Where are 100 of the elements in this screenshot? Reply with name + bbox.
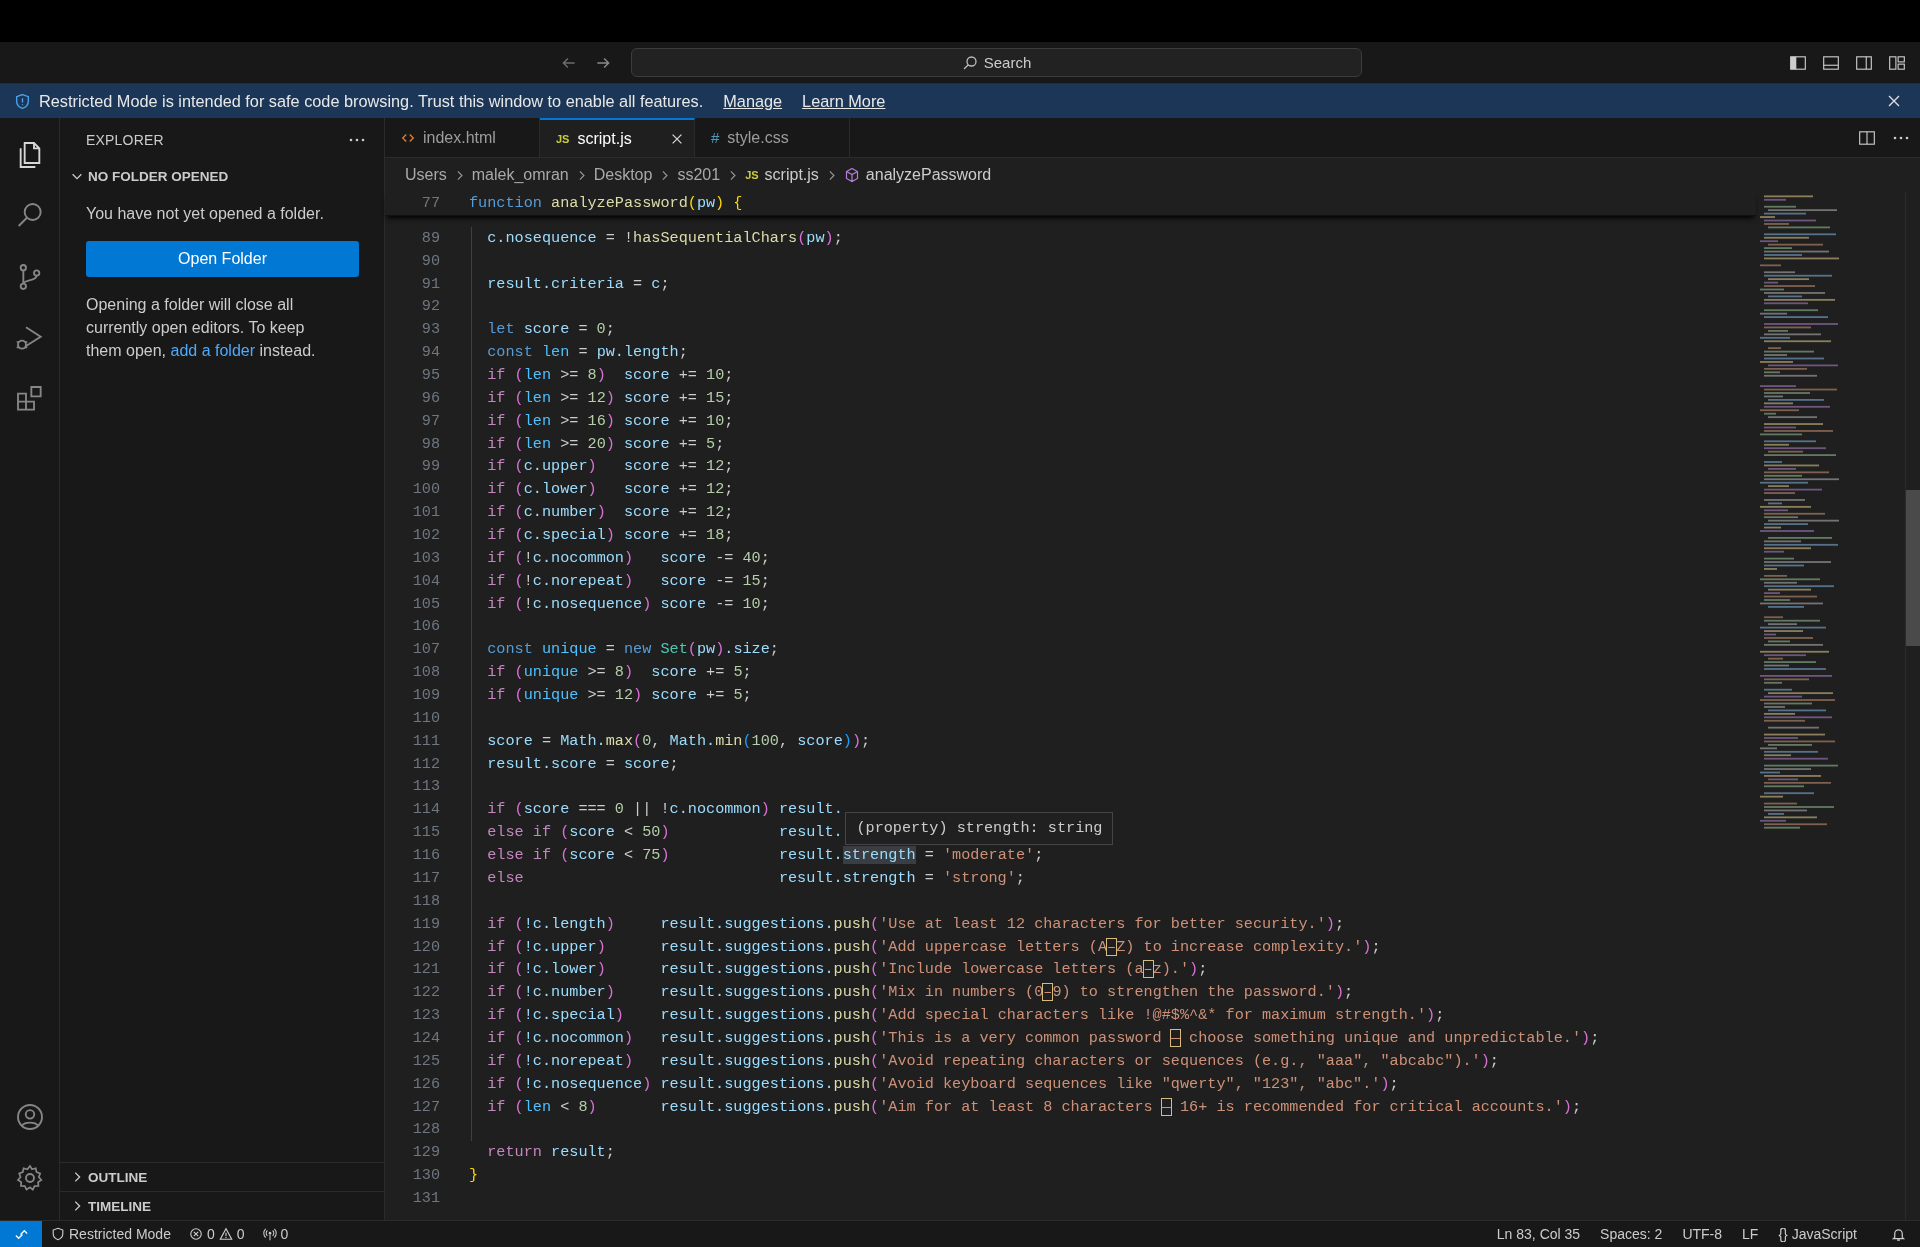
panel-icon[interactable] xyxy=(1822,53,1840,72)
status-item[interactable]: Spaces: 2 xyxy=(1590,1221,1673,1247)
close-icon[interactable] xyxy=(1886,93,1902,109)
line-number: 97 xyxy=(420,410,440,432)
line-number: 123 xyxy=(411,1005,440,1027)
line-number: 124 xyxy=(411,1027,440,1049)
search-field[interactable]: Search xyxy=(631,48,1362,77)
notification-bell-icon[interactable] xyxy=(1891,1226,1906,1242)
code-line: if (!c.nosequence) result.suggestions.push('Avoid keyboard sequences like "qwerty", "123", "abc".'); xyxy=(486,1073,1399,1095)
more-icon[interactable] xyxy=(348,137,366,143)
line-number: 113 xyxy=(411,776,440,798)
line-number: 107 xyxy=(411,639,440,661)
problems-item[interactable]: 0 0 xyxy=(179,1221,254,1247)
code-line: if (!c.nocommon) score -= 40; xyxy=(486,547,770,569)
error-icon xyxy=(188,1227,203,1241)
editor-tab[interactable]: JS script.js xyxy=(540,118,695,157)
code-line: if (len < 8) result.suggestions.push('Aim for at least 8 characters — 16+ is recommended for critical accounts.'); xyxy=(486,1096,1582,1118)
open-folder-button[interactable]: Open Folder xyxy=(86,241,359,277)
line-number: 94 xyxy=(420,342,440,364)
status-item[interactable]: LF xyxy=(1732,1221,1769,1247)
line-number: 129 xyxy=(411,1142,440,1164)
line-number: 92 xyxy=(420,296,440,318)
line-number: 125 xyxy=(411,1050,440,1072)
line-number: 109 xyxy=(411,685,440,707)
broadcast-icon xyxy=(262,1227,277,1241)
breadcrumb-item[interactable]: script.js xyxy=(764,166,819,184)
breadcrumb-item[interactable]: ss201 xyxy=(677,166,721,184)
code-line: if (len >= 16) score += 10; xyxy=(486,410,734,432)
code-line: if (c.lower) score += 12; xyxy=(486,479,734,501)
line-number: 112 xyxy=(411,753,440,775)
warning-icon xyxy=(218,1227,233,1241)
code-line: if (c.special) score += 18; xyxy=(486,525,734,547)
banner-message: Restricted Mode is intended for safe code browsing. Trust this window to enable all features. xyxy=(39,91,704,111)
breadcrumb-item[interactable]: Users xyxy=(405,166,447,184)
secondary-sidebar-icon[interactable] xyxy=(1855,53,1873,72)
code-line: if (len >= 20) score += 5; xyxy=(486,433,725,455)
code-line: if (score === 0 || !c.nocommon) result. xyxy=(486,799,843,821)
code-line: if (!c.nosequence) score -= 10; xyxy=(486,593,770,615)
search-icon xyxy=(961,54,978,71)
split-editor-icon[interactable] xyxy=(1858,128,1876,147)
line-number: 102 xyxy=(411,525,440,547)
line-number: 110 xyxy=(411,707,440,729)
code-line: else if (score < 50) result. xyxy=(486,822,843,844)
section-header[interactable]: OUTLINE xyxy=(60,1162,384,1191)
line-number: 96 xyxy=(420,387,440,409)
status-item[interactable]: {} JavaScript xyxy=(1768,1221,1867,1247)
cube-icon xyxy=(843,167,860,183)
line-number: 128 xyxy=(411,1119,440,1141)
code-line: c.nosequence = !hasSequentialChars(pw); xyxy=(486,227,843,249)
banner-link[interactable]: Manage xyxy=(723,91,783,111)
code-line: else if (score < 75) result.strength = 'moderate'; xyxy=(486,845,1044,867)
line-number: 126 xyxy=(411,1073,440,1095)
line-number: 100 xyxy=(411,479,440,501)
breadcrumb-item[interactable]: malek_omran xyxy=(471,166,569,184)
ports-item[interactable]: 0 xyxy=(253,1221,298,1247)
code-line: if (unique >= 12) score += 5; xyxy=(486,685,752,707)
section-header[interactable]: NO FOLDER OPENED xyxy=(60,162,384,190)
empty-message: You have not yet opened a folder. xyxy=(86,204,325,224)
status-item[interactable]: Ln 83, Col 35 xyxy=(1486,1221,1591,1247)
help-text: Opening a folder will close all currently open editors. To keep them open, add a folder instead. xyxy=(86,295,317,361)
line-number: 93 xyxy=(420,319,440,341)
breadcrumb-item[interactable]: analyzePassword xyxy=(865,166,992,184)
breadcrumb-item[interactable]: Desktop xyxy=(593,166,653,184)
add-folder-link[interactable]: add a folder xyxy=(170,342,255,359)
code-line: if (!c.norepeat) result.suggestions.push('Avoid repeating characters or sequences (e.g., "aaa", "abcabc").'); xyxy=(486,1050,1499,1072)
shield-icon xyxy=(51,1227,65,1241)
line-number: 89 xyxy=(420,227,440,249)
code-line: score = Math.max(0, Math.min(100, score)); xyxy=(486,730,871,752)
status-item[interactable]: UTF-8 xyxy=(1672,1221,1733,1247)
code-line: if (unique >= 8) score += 5; xyxy=(486,662,752,684)
layout-icon[interactable] xyxy=(1888,53,1906,72)
line-number: 77 xyxy=(420,193,440,214)
line-number: 119 xyxy=(411,913,440,935)
line-number: 120 xyxy=(411,936,440,958)
line-number: 105 xyxy=(411,593,440,615)
line-number: 122 xyxy=(411,982,440,1004)
line-number: 106 xyxy=(411,616,440,638)
more-icon[interactable] xyxy=(1892,134,1910,141)
line-number: 127 xyxy=(411,1096,440,1118)
line-number: 111 xyxy=(411,730,440,752)
panel-title: EXPLORER xyxy=(86,132,164,148)
line-number: 114 xyxy=(411,799,440,821)
banner-link[interactable]: Learn More xyxy=(802,91,886,111)
line-number: 118 xyxy=(411,890,440,912)
line-number: 131 xyxy=(411,1187,440,1209)
code-line: } xyxy=(469,1165,479,1187)
line-number: 115 xyxy=(411,822,440,844)
code-line: result.score = score; xyxy=(486,753,679,775)
primary-sidebar-icon[interactable] xyxy=(1789,53,1807,72)
code-line: if (!c.nocommon) result.suggestions.push('This is a very common password — choose something unique and unpredictable.'); xyxy=(486,1027,1600,1049)
hover-tooltip: (property) strength: string xyxy=(845,812,1114,846)
scrollbar-thumb[interactable] xyxy=(1906,490,1920,646)
restricted-mode-item[interactable]: Restricted Mode xyxy=(42,1221,180,1247)
line-number: 101 xyxy=(411,502,440,524)
code-line: let score = 0; xyxy=(486,319,615,341)
line-number: 116 xyxy=(411,845,440,867)
code-line: if (!c.number) result.suggestions.push('Mix in numbers (0–9) to strengthen the password.'); xyxy=(486,982,1354,1004)
line-number: 95 xyxy=(420,365,440,386)
line-number: 108 xyxy=(411,662,440,684)
code-line: const unique = new Set(pw).size; xyxy=(486,639,779,661)
